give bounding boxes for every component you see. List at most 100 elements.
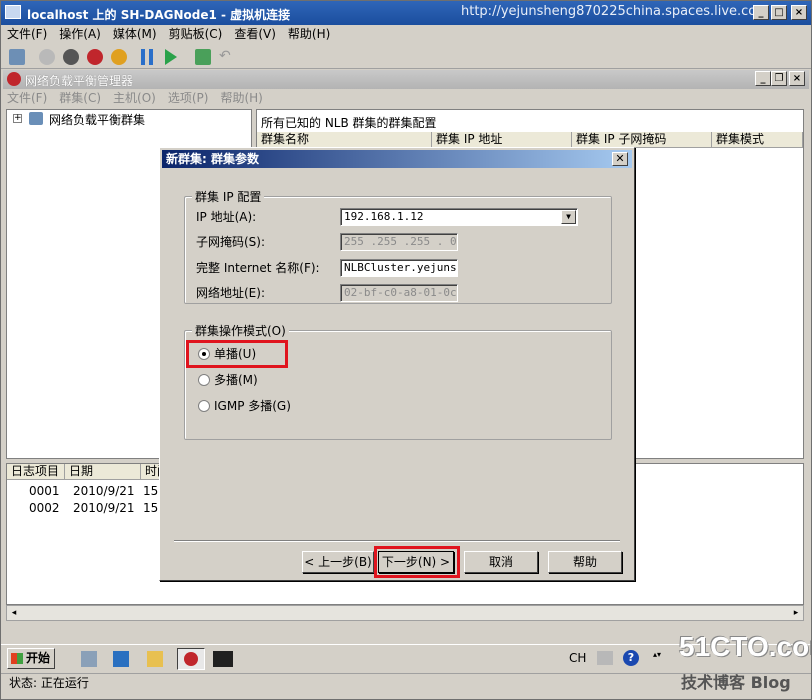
snapshot-icon[interactable] xyxy=(195,49,211,65)
scroll-right-icon[interactable]: ▸ xyxy=(789,606,803,620)
scroll-left-icon[interactable]: ◂ xyxy=(7,606,21,620)
cmd-icon[interactable] xyxy=(213,651,233,667)
ip-config-legend: 群集 IP 配置 xyxy=(192,188,265,205)
vm-connection-window: localhost 上的 SH-DAGNode1 - 虚拟机连接 http://… xyxy=(0,0,812,700)
network-address-label: 网络地址(E): xyxy=(196,286,265,300)
ctrl-alt-del-icon[interactable] xyxy=(9,49,25,65)
windows-logo-icon xyxy=(11,653,23,664)
vm-menu-file[interactable]: 文件(F) xyxy=(1,25,53,43)
powershell-icon[interactable] xyxy=(113,651,129,667)
site-logo: 51CTO.com xyxy=(679,631,811,662)
mmc-restore-icon[interactable]: ❐ xyxy=(771,71,787,86)
explorer-icon[interactable] xyxy=(147,651,163,667)
close-icon[interactable]: × xyxy=(791,5,807,20)
tree-root-label[interactable]: 网络负载平衡群集 xyxy=(49,111,145,128)
mmc-menu-host[interactable]: 主机(O) xyxy=(107,89,162,107)
site-logo-subtitle: 技术博客 Blog xyxy=(681,673,791,692)
input-language[interactable]: CH xyxy=(569,651,586,665)
highlight-unicast xyxy=(186,340,288,368)
igmp-multicast-label: IGMP 多播(G) xyxy=(214,399,291,413)
start-button[interactable]: 开始 xyxy=(7,648,55,669)
back-button[interactable]: < 上一步(B) xyxy=(302,551,374,573)
cluster-config-heading: 所有已知的 NLB 群集的群集配置 xyxy=(261,116,437,130)
network-address-value: 02-bf-c0-a8-01-0c xyxy=(344,286,457,299)
new-cluster-dialog: 新群集: 群集参数 ✕ 群集 IP 配置 IP 地址(A): 192.168.1… xyxy=(159,147,635,581)
subnet-mask-value: 255 .255 .255 . 0 xyxy=(344,235,457,248)
nlb-manager-icon xyxy=(7,72,21,86)
col-cluster-mode[interactable]: 群集模式 xyxy=(712,132,803,148)
help-icon[interactable]: ? xyxy=(623,650,639,666)
ip-address-value: 192.168.1.12 xyxy=(344,210,424,223)
log-entry-date: 2010/9/21 xyxy=(73,484,135,498)
mmc-menu-file[interactable]: 文件(F) xyxy=(1,89,53,107)
mmc-title-text: 网络负载平衡管理器 xyxy=(25,74,134,88)
mmc-menu-cluster[interactable]: 群集(C) xyxy=(53,89,107,107)
fqdn-label: 完整 Internet 名称(F): xyxy=(196,261,320,275)
multicast-radio[interactable] xyxy=(198,374,210,386)
vm-title-text: localhost 上的 SH-DAGNode1 - 虚拟机连接 xyxy=(27,8,291,22)
tray-arrows-icon[interactable]: ▴▾ xyxy=(653,650,661,668)
log-entry-date: 2010/9/21 xyxy=(73,501,135,515)
mmc-menu-options[interactable]: 选项(P) xyxy=(162,89,215,107)
fqdn-value: NLBCluster.yejunshe xyxy=(344,261,458,274)
dialog-separator xyxy=(174,540,620,542)
subnet-mask-label: 子网掩码(S): xyxy=(196,235,266,249)
igmp-multicast-option[interactable]: IGMP 多播(G) xyxy=(186,396,326,416)
pause-icon[interactable] xyxy=(141,49,153,65)
shutdown-icon[interactable] xyxy=(87,49,103,65)
maximize-icon[interactable]: □ xyxy=(771,5,787,20)
igmp-multicast-radio[interactable] xyxy=(198,400,210,412)
col-cluster-name[interactable]: 群集名称 xyxy=(257,132,432,148)
log-col-entry[interactable]: 日志项目 xyxy=(7,464,65,480)
revert-icon[interactable]: ↶ xyxy=(219,49,235,65)
ip-address-label: IP 地址(A): xyxy=(196,210,257,224)
log-col-date[interactable]: 日期 xyxy=(65,464,141,480)
dialog-close-icon[interactable]: ✕ xyxy=(612,152,628,166)
log-entry-id: 0001 xyxy=(29,484,60,498)
start-label: 开始 xyxy=(26,651,51,665)
mmc-menu-bar: 文件(F) 群集(C) 主机(O) 选项(P) 帮助(H) xyxy=(1,89,811,109)
fqdn-input[interactable]: NLBCluster.yejunshe xyxy=(340,259,458,277)
col-cluster-ip[interactable]: 群集 IP 地址 xyxy=(432,132,572,148)
tree-expand-icon[interactable]: + xyxy=(13,114,22,123)
highlight-next xyxy=(374,546,460,578)
vm-toolbar: ↶ xyxy=(1,45,811,69)
start-vm-icon[interactable] xyxy=(39,49,55,65)
reset-icon[interactable] xyxy=(165,49,177,65)
vm-title-bar[interactable]: localhost 上的 SH-DAGNode1 - 虚拟机连接 http://… xyxy=(1,1,811,25)
vm-window-icon xyxy=(5,5,21,19)
keyboard-icon[interactable] xyxy=(597,651,613,665)
mmc-close-icon[interactable]: × xyxy=(789,71,805,86)
multicast-option[interactable]: 多播(M) xyxy=(186,370,306,390)
log-entry-id: 0002 xyxy=(29,501,60,515)
status-text: 状态: 正在运行 xyxy=(9,676,89,690)
network-address-field: 02-bf-c0-a8-01-0c xyxy=(340,284,458,302)
operation-mode-legend: 群集操作模式(O) xyxy=(192,322,289,339)
horizontal-scrollbar[interactable]: ◂ ▸ xyxy=(6,605,804,621)
watermark-url: http://yejunsheng870225china.spaces.live… xyxy=(461,4,769,19)
mmc-minimize-icon[interactable]: _ xyxy=(755,71,771,86)
mmc-title-bar[interactable]: 网络负载平衡管理器 _ ❐ × xyxy=(3,70,809,89)
multicast-label: 多播(M) xyxy=(214,373,258,387)
turn-off-icon[interactable] xyxy=(63,49,79,65)
minimize-icon[interactable]: _ xyxy=(753,5,769,20)
vm-menu-media[interactable]: 媒体(M) xyxy=(107,25,163,43)
help-button[interactable]: 帮助 xyxy=(548,551,622,573)
vm-menu-clipboard[interactable]: 剪贴板(C) xyxy=(163,25,229,43)
dialog-title-bar[interactable]: 新群集: 群集参数 ✕ xyxy=(162,150,632,168)
vm-menu-help[interactable]: 帮助(H) xyxy=(282,25,336,43)
col-cluster-mask[interactable]: 群集 IP 子网掩码 xyxy=(572,132,712,148)
vm-menu-view[interactable]: 查看(V) xyxy=(228,25,282,43)
chevron-down-icon[interactable]: ▼ xyxy=(561,210,576,224)
vm-menu-action[interactable]: 操作(A) xyxy=(53,25,107,43)
cancel-button[interactable]: 取消 xyxy=(464,551,538,573)
taskbar-nlb-manager[interactable] xyxy=(177,648,205,670)
mmc-menu-help[interactable]: 帮助(H) xyxy=(214,89,268,107)
ip-address-select[interactable]: 192.168.1.12 ▼ xyxy=(340,208,578,226)
power-icon[interactable] xyxy=(111,49,127,65)
cluster-icon xyxy=(29,112,43,125)
server-manager-icon[interactable] xyxy=(81,651,97,667)
subnet-mask-field: 255 .255 .255 . 0 xyxy=(340,233,458,251)
nlb-manager-icon xyxy=(184,652,198,666)
dialog-title: 新群集: 群集参数 xyxy=(166,152,259,166)
